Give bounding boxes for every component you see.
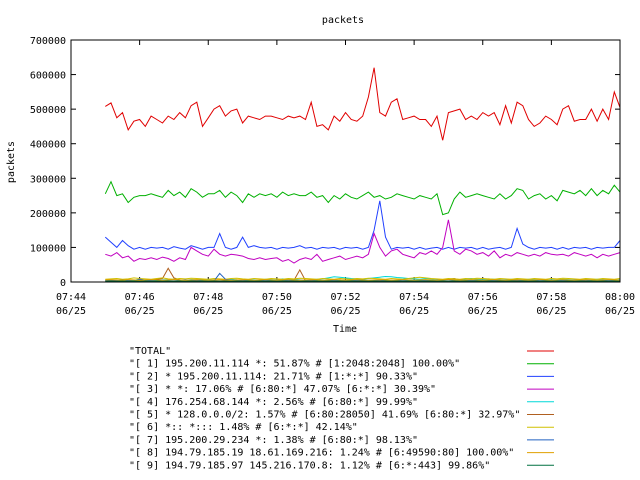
legend-label-2: "[ 2] * 195.200.11.114: 21.71% # [1:*:*]… — [129, 371, 418, 382]
legend-label-4: "[ 4] 176.254.68.144 *: 2.56% # [6:80:*]… — [129, 397, 418, 408]
x-axis-label: Time — [333, 324, 357, 335]
series-line-1 — [104, 180, 621, 216]
y-tick-label: 300000 — [30, 174, 66, 185]
x-tick-label-date: 06/25 — [56, 306, 86, 317]
y-tick-label: 500000 — [30, 105, 66, 116]
x-tick-label-date: 06/25 — [262, 306, 292, 317]
legend-label-6: "[ 6] *:: *::: 1.48% # [6:*:*] 42.14%" — [129, 422, 358, 433]
legend-label-5: "[ 5] * 128.0.0.0/2: 1.57% # [6:80:28050… — [129, 410, 520, 421]
y-tick-label: 100000 — [30, 243, 66, 254]
x-tick-label-time: 07:58 — [536, 292, 566, 303]
x-tick-label-time: 07:56 — [468, 292, 498, 303]
y-tick-label: 700000 — [30, 36, 66, 47]
y-tick-label: 600000 — [30, 71, 66, 82]
y-tick-label: 400000 — [30, 140, 66, 151]
series-line-2 — [104, 200, 621, 250]
series-line-0 — [105, 67, 621, 141]
plot-frame — [70, 39, 621, 283]
series-line-3 — [105, 219, 621, 264]
legend-label-8: "[ 8] 194.79.185.19 18.61.169.216: 1.24%… — [129, 448, 514, 459]
x-tick-label-date: 06/25 — [193, 306, 223, 317]
series-line-8 — [105, 279, 621, 281]
x-tick-label-time: 07:46 — [125, 292, 155, 303]
x-tick-label-time: 07:54 — [399, 292, 429, 303]
x-tick-label-date: 06/25 — [399, 306, 429, 317]
x-tick-label-time: 07:48 — [193, 292, 223, 303]
x-tick-label-date: 06/25 — [605, 306, 635, 317]
y-tick-label: 200000 — [30, 209, 66, 220]
legend-label-9: "[ 9] 194.79.185.97 145.216.170.8: 1.12%… — [129, 460, 490, 471]
legend: "TOTAL" "[ 1] 195.200.11.114 *: 51.87% # … — [129, 346, 554, 471]
x-tick-label-date: 06/25 — [536, 306, 566, 317]
y-tick-label: 0 — [60, 278, 66, 289]
legend-label-0: "TOTAL" — [129, 346, 171, 357]
legend-label-3: "[ 3] * *: 17.06% # [6:80:*] 47.07% [6:*… — [129, 384, 436, 395]
x-tick-label-date: 06/25 — [330, 306, 360, 317]
legend-label-1: "[ 1] 195.200.11.114 *: 51.87% # [1:2048… — [129, 359, 460, 370]
series-line-6 — [105, 276, 621, 280]
x-tick-label-time: 07:50 — [262, 292, 292, 303]
x-tick-label-time: 07:52 — [330, 292, 360, 303]
y-axis-label: packets — [6, 141, 17, 183]
chart-title: packets — [322, 15, 364, 26]
x-tick-label-date: 06/25 — [468, 306, 498, 317]
x-tick-label-time: 07:44 — [56, 292, 86, 303]
packets-line-chart: packets packets Time 0 100000 200000 300000… — [6, 15, 635, 471]
x-tick-label-date: 06/25 — [125, 306, 155, 317]
legend-label-7: "[ 7] 195.200.29.234 *: 1.38% # [6:80:*]… — [129, 435, 418, 446]
x-tick-label-time: 08:00 — [605, 292, 635, 303]
plot-area: 0 100000 200000 300000 400000 500000 600000 700… — [30, 36, 635, 317]
